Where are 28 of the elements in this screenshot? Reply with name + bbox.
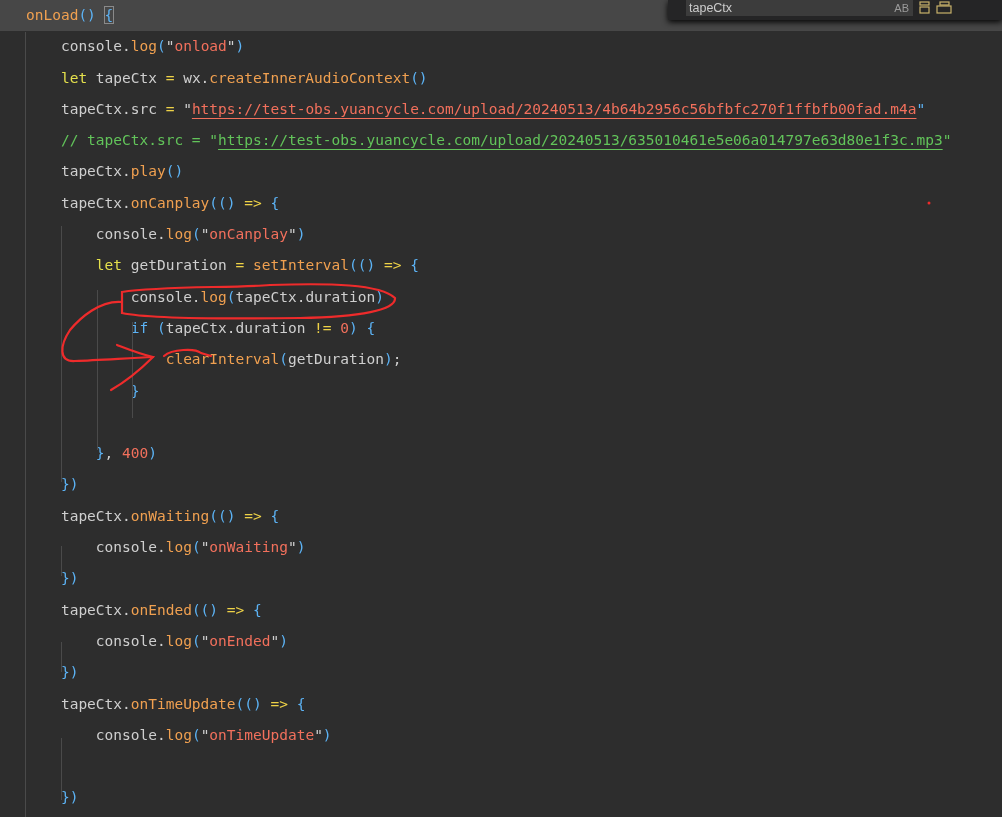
code-line: console.log("onEnded") (94, 632, 288, 650)
find-selection-icon[interactable] (919, 0, 930, 14)
code-line: onLoad() { (26, 7, 114, 24)
code-line: console.log("onload") (59, 38, 245, 56)
code-line: clearInterval(getDuration); (164, 351, 402, 369)
code-line: console.log("onTimeUpdate") (94, 726, 332, 744)
search-field[interactable]: tapeCtx AB (686, 0, 913, 16)
code-line: }) (59, 664, 79, 682)
code-line: }) (59, 570, 79, 588)
code-line: tapeCtx.play() (59, 163, 184, 181)
code-line: tapeCtx.src = "https://test-obs.yuancycle.com/upload/20240513/4b64b2956c56bfbfc270f1ffbfb00fad.m4a" (59, 100, 926, 118)
code-line: tapeCtx.onWaiting(() => { (59, 507, 280, 525)
code-line: }) (59, 789, 79, 807)
code-line: }) (59, 476, 79, 494)
code-line: let tapeCtx = wx.createInnerAudioContext() (59, 69, 428, 87)
dot-mark (927, 201, 931, 205)
code-line: tapeCtx.onEnded(() => { (59, 601, 262, 619)
code-line: if (tapeCtx.duration != 0) { (129, 319, 376, 337)
code-line: }, 400) (94, 445, 157, 463)
code-line: console.log("onCanplay") (94, 226, 306, 244)
replace-icon[interactable] (936, 0, 952, 14)
code-line: // tapeCtx.src = "https://test-obs.yuancycle.com/upload/20240513/635010461e5e06a014797e63d80e1f3c.mp3" (59, 132, 952, 150)
code-line: console.log(tapeCtx.duration) (129, 288, 384, 306)
code-line: console.log("onWaiting") (94, 539, 306, 557)
match-case-toggle[interactable]: AB (894, 2, 909, 14)
code-line: tapeCtx.onTimeUpdate(() => { (59, 695, 306, 713)
code-line: let getDuration = setInterval(() => { (94, 257, 419, 275)
code-line: tapeCtx.onCanplay(() => { (59, 194, 280, 212)
